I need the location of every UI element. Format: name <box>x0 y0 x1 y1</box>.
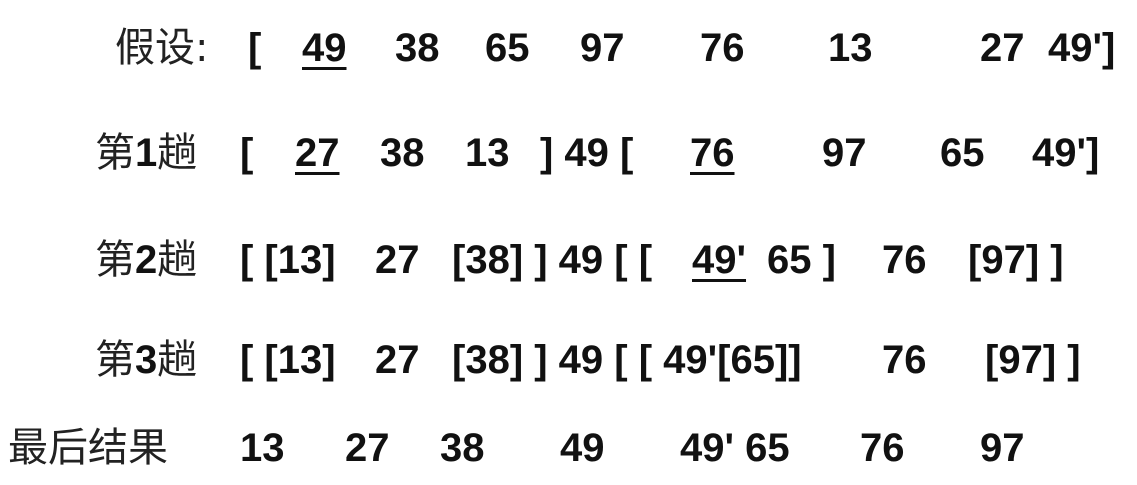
value-token: 13 <box>465 131 510 175</box>
row-final-result: 最后结果 13 27 38 49 49' 65 76 97 <box>0 418 1137 478</box>
value-token: 97 <box>580 26 625 70</box>
partition-divider: ] 49 [ <box>540 131 634 175</box>
pivot-value: 76 <box>690 131 735 175</box>
bracket-group: [97] ] <box>968 238 1064 282</box>
value-token: 27 <box>375 338 420 382</box>
value-token: 65 <box>940 131 985 175</box>
row-label: 第2趟 <box>95 237 198 283</box>
bracket-group: 65 ] <box>767 238 836 282</box>
value-token: 49 <box>560 426 605 470</box>
row-label: 第1趟 <box>95 130 198 176</box>
value-token: 13 <box>828 26 873 70</box>
pivot-value: 49 <box>302 26 347 70</box>
pivot-value: 49' <box>692 238 747 282</box>
value-token: 38 <box>440 426 485 470</box>
row-label: 第3趟 <box>95 337 198 383</box>
bracket-group: [ [13] <box>240 338 336 382</box>
row-label: 最后结果 <box>8 425 168 471</box>
value-token: 49'] <box>1048 26 1116 70</box>
value-token: 97 <box>822 131 867 175</box>
value-token-close: 27 <box>980 26 1025 70</box>
value-token: 65 <box>485 26 530 70</box>
pivot-value: 27 <box>295 131 340 175</box>
value-token: 27 <box>375 238 420 282</box>
bracket-open: [ <box>240 131 254 175</box>
partition-divider: [38] ] 49 [ [ <box>452 238 653 282</box>
row-initial: 假设: [ 49 38 65 97 76 13 27 49'] <box>0 18 1137 78</box>
bracket-group: [ [13] <box>240 238 336 282</box>
value-token: 76 <box>860 426 905 470</box>
value-token: 76 <box>882 338 927 382</box>
value-token-close: 49'] <box>1032 131 1100 175</box>
row-label: 假设: <box>115 25 209 71</box>
value-token: 49' 65 <box>680 426 790 470</box>
row-pass-3: 第3趟 [ [13] 27 [38] ] 49 [ [ 49'[65]] 76 … <box>0 330 1137 390</box>
partition-divider: [38] ] 49 [ [ 49'[65]] <box>452 338 802 382</box>
value-token: 38 <box>395 26 440 70</box>
row-pass-1: 第1趟 [ 27 38 13 ] 49 [ 76 97 65 49'] <box>0 123 1137 183</box>
bracket-group: [97] ] <box>985 338 1081 382</box>
value-token: 76 <box>882 238 927 282</box>
bracket-open: [ <box>248 26 262 70</box>
value-token: 76 <box>700 26 745 70</box>
value-token: 13 <box>240 426 285 470</box>
value-token: 97 <box>980 426 1025 470</box>
row-pass-2: 第2趟 [ [13] 27 [38] ] 49 [ [ 49' 65 ] 76 … <box>0 230 1137 290</box>
value-token: 38 <box>380 131 425 175</box>
value-token: 27 <box>345 426 390 470</box>
